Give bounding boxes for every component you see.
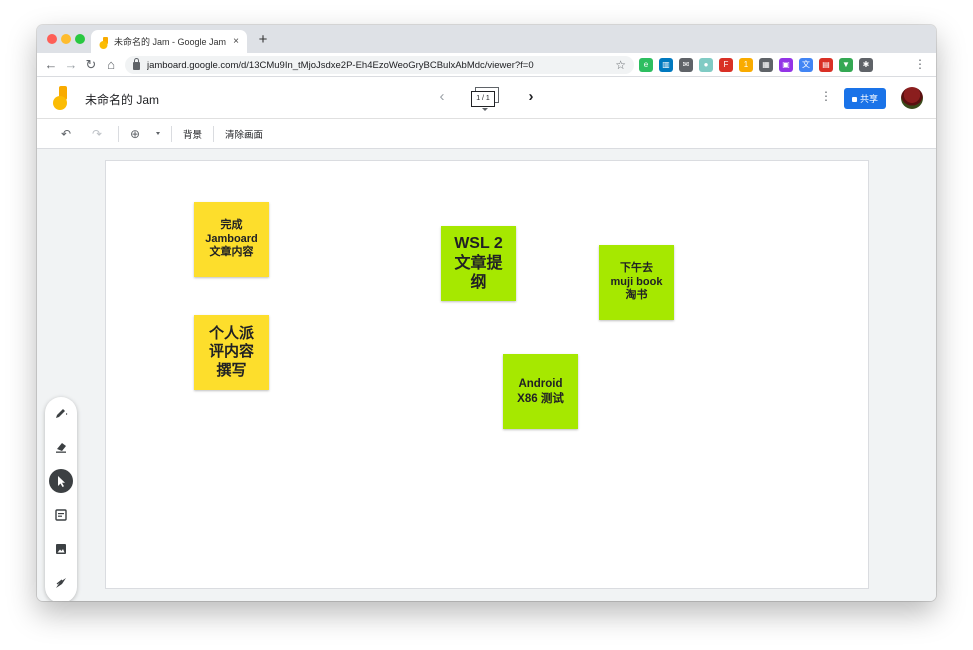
sticky-note[interactable]: 完成 Jamboard 文章内容 [194,202,269,277]
minimize-window-button[interactable] [61,34,71,44]
share-label: 共享 [859,94,878,104]
zoom-icon[interactable]: ⊕ [130,126,140,142]
document-title[interactable]: 未命名的 Jam [85,91,159,108]
address-bar: ← → ↻ ⌂ jamboard.google.com/d/13CMu9In_t… [37,53,936,77]
new-tab-button[interactable]: + [255,31,271,48]
flash-ext-icon[interactable]: F [719,58,733,72]
sticky-note[interactable]: Android X86 测试 [503,354,578,429]
url-text[interactable]: jamboard.google.com/d/13CMu9In_tMjoJsdxe… [147,60,615,71]
redo-icon[interactable]: ↷ [92,126,102,142]
tool-rail [45,397,77,601]
mail-icon[interactable]: ✉ [679,58,693,72]
browser-window: 未命名的 Jam - Google Jamboard × + ← → ↻ ⌂ j… [37,25,936,601]
pen-tool-icon[interactable] [49,401,73,425]
sticky-note-tool-icon[interactable] [49,503,73,527]
workspace: 完成 Jamboard 文章内容 个人派 评内容 撰写 WSL 2 文章提 纲 … [37,149,936,601]
screenshot-ext-icon[interactable]: ▤ [819,58,833,72]
circle-ext-icon[interactable]: ● [699,58,713,72]
frame-indicator[interactable]: 1 / 1 [471,87,499,111]
jamboard-favicon-icon [99,36,109,49]
undo-icon[interactable]: ↶ [61,126,71,142]
sticky-note[interactable]: 个人派 评内容 撰写 [194,315,269,390]
chevron-down-icon [482,108,488,111]
extensions-area: e ▥ ✉ ● F 1 ▦ ▣ 文 ▤ ▼ ✱ [639,58,873,72]
tab-bar: 未命名的 Jam - Google Jamboard × + [37,25,936,53]
share-button[interactable]: 共享 [844,88,886,109]
translate-ext-icon[interactable]: 文 [799,58,813,72]
purple-ext-icon[interactable]: ▣ [779,58,793,72]
sticky-note[interactable]: WSL 2 文章提 纲 [441,226,516,301]
back-button[interactable]: ← [43,56,59,74]
chevron-down-icon[interactable] [156,132,160,135]
close-window-button[interactable] [47,34,57,44]
divider [213,126,214,142]
jam-board-canvas[interactable]: 完成 Jamboard 文章内容 个人派 评内容 撰写 WSL 2 文章提 纲 … [105,160,869,589]
next-frame-button[interactable]: › [524,88,538,105]
shield-ext-icon[interactable]: ▼ [839,58,853,72]
divider [118,126,119,142]
puzzle-ext-icon[interactable]: ✱ [859,58,873,72]
board-toolbar: ↶ ↷ ⊕ 背景 清除画面 [37,119,936,149]
omnibox[interactable]: jamboard.google.com/d/13CMu9In_tMjoJsdxe… [125,56,634,74]
clear-frame-button[interactable]: 清除画面 [225,127,263,141]
browser-menu-icon[interactable]: ⋮ [914,57,926,71]
select-tool-icon[interactable] [49,469,73,493]
previous-frame-button[interactable]: ‹ [435,88,449,105]
image-tool-icon[interactable] [49,537,73,561]
more-options-icon[interactable]: ⋮ [820,89,832,103]
maximize-window-button[interactable] [75,34,85,44]
badge-ext-icon[interactable]: 1 [739,58,753,72]
evernote-icon[interactable]: e [639,58,653,72]
jamboard-logo-icon [53,86,69,110]
reload-button[interactable]: ↻ [83,56,99,74]
app-header: 未命名的 Jam ‹ 1 / 1 › ⋮ 共享 [37,77,936,119]
lock-icon [133,58,140,70]
qr-ext-icon[interactable]: ▦ [759,58,773,72]
bookmark-star-icon[interactable]: ☆ [615,58,626,72]
frame-count: 1 / 1 [471,91,495,107]
lock-icon [851,97,857,102]
home-button[interactable]: ⌂ [103,56,119,74]
forward-button[interactable]: → [63,56,79,74]
background-button[interactable]: 背景 [183,127,202,141]
tab-close-icon[interactable]: × [231,36,241,47]
sticky-note[interactable]: 下午去 muji book 淘书 [599,245,674,320]
divider [171,126,172,142]
laser-tool-icon[interactable] [49,571,73,595]
trello-icon[interactable]: ▥ [659,58,673,72]
avatar[interactable] [901,87,923,109]
tab-title: 未命名的 Jam - Google Jamboard [114,37,226,47]
browser-tab-jam[interactable]: 未命名的 Jam - Google Jamboard × [91,30,247,53]
eraser-tool-icon[interactable] [49,435,73,459]
